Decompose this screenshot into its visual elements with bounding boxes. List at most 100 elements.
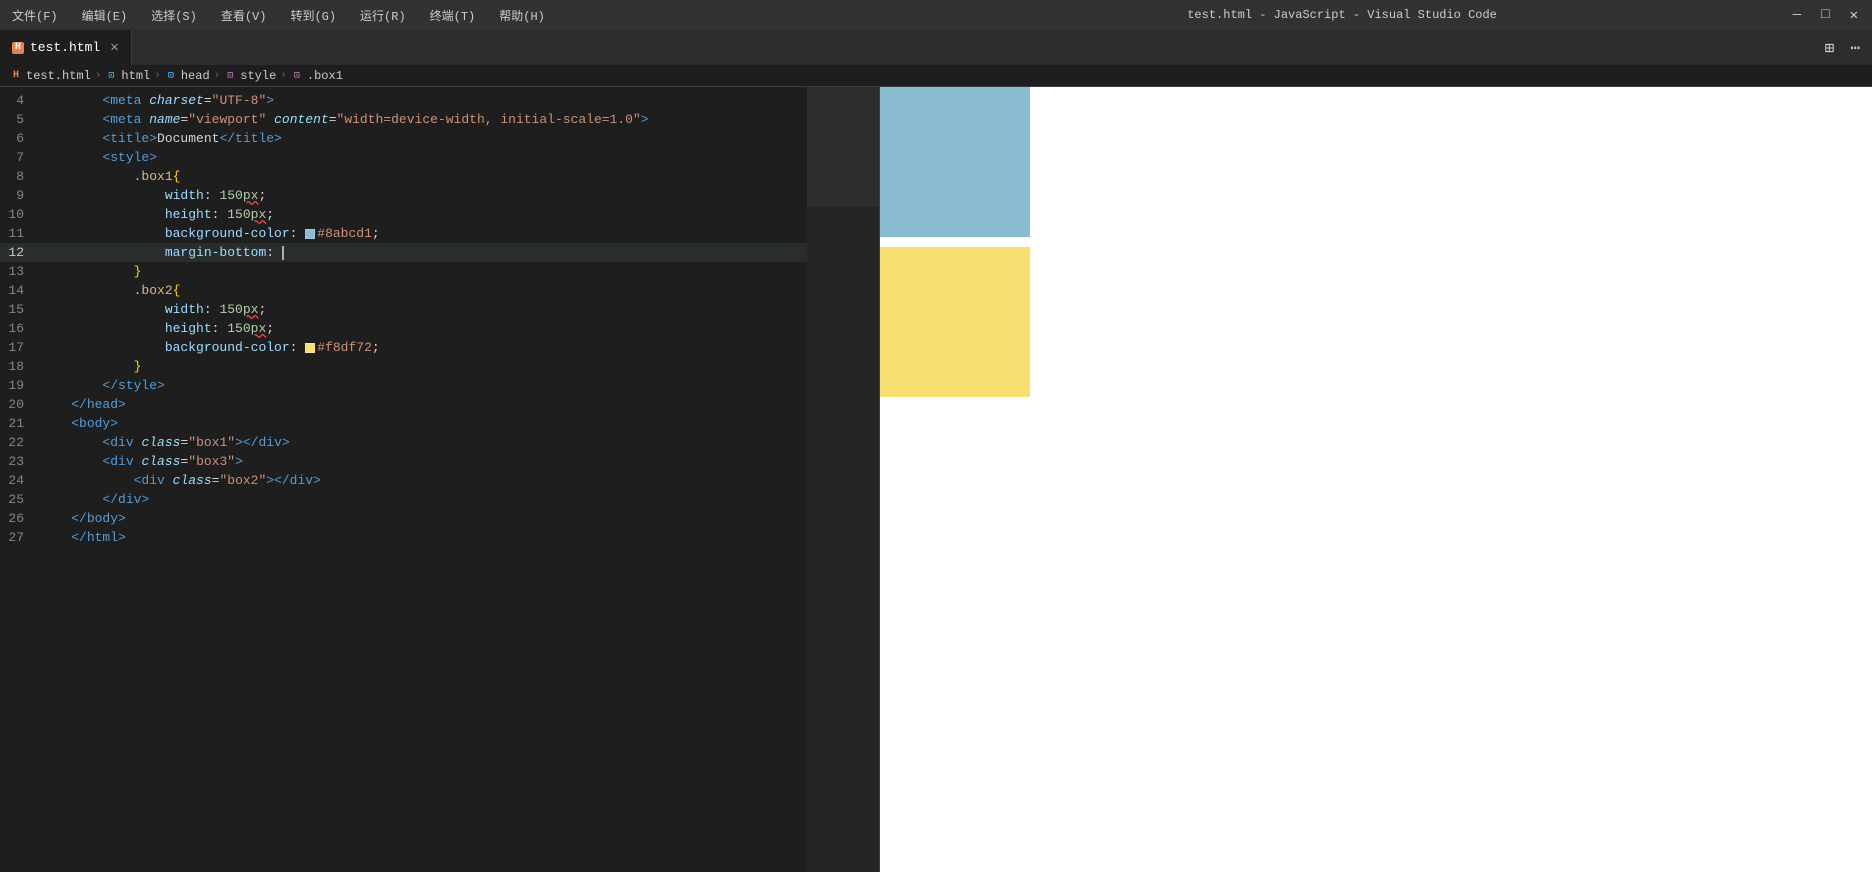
line-content: background-color: #8abcd1; bbox=[40, 224, 879, 243]
code-line[interactable]: 17 background-color: #f8df72; bbox=[0, 338, 879, 357]
line-number: 22 bbox=[0, 433, 40, 452]
line-number: 17 bbox=[0, 338, 40, 357]
more-actions-icon[interactable]: ⋯ bbox=[1846, 36, 1864, 60]
line-content: </style> bbox=[40, 376, 879, 395]
code-line[interactable]: 15 width: 150px; bbox=[0, 300, 879, 319]
line-number: 16 bbox=[0, 319, 40, 338]
line-number: 14 bbox=[0, 281, 40, 300]
line-number: 5 bbox=[0, 110, 40, 129]
code-line[interactable]: 13 } bbox=[0, 262, 879, 281]
window-control-button[interactable]: — bbox=[1787, 7, 1807, 24]
window-control-button[interactable]: □ bbox=[1815, 7, 1835, 24]
menu-bar[interactable]: 文件(F) 编辑(E) 选择(S) 查看(V) 转到(G) 运行(R) 终端(T) 帮助(H) bbox=[8, 5, 897, 26]
code-line[interactable]: 11 background-color: #8abcd1; bbox=[0, 224, 879, 243]
line-content: height: 150px; bbox=[40, 205, 879, 224]
line-content: height: 150px; bbox=[40, 319, 879, 338]
tab-test-html[interactable]: H test.html ✕ bbox=[0, 30, 132, 65]
breadcrumb-file-label: test.html bbox=[26, 69, 91, 83]
code-line[interactable]: 21 <body> bbox=[0, 414, 879, 433]
minimap-viewport bbox=[807, 87, 879, 207]
code-line[interactable]: 23 <div class="box3"> bbox=[0, 452, 879, 471]
menu-item[interactable]: 终端(T) bbox=[426, 5, 480, 26]
title-bar: 文件(F) 编辑(E) 选择(S) 查看(V) 转到(G) 运行(R) 终端(T) 帮助(H)… bbox=[0, 0, 1872, 30]
tab-close-button[interactable]: ✕ bbox=[110, 39, 118, 56]
line-content: width: 150px; bbox=[40, 300, 879, 319]
code-line[interactable]: 8 .box1{ bbox=[0, 167, 879, 186]
color-swatch bbox=[305, 229, 315, 239]
line-number: 23 bbox=[0, 452, 40, 471]
line-number: 9 bbox=[0, 186, 40, 205]
line-number: 19 bbox=[0, 376, 40, 395]
breadcrumb-html[interactable]: ⊡ html bbox=[105, 69, 150, 83]
breadcrumb-style[interactable]: ⊡ style bbox=[224, 69, 276, 83]
menu-item[interactable]: 运行(R) bbox=[356, 5, 410, 26]
code-line[interactable]: 16 height: 150px; bbox=[0, 319, 879, 338]
code-line[interactable]: 5 <meta name="viewport" content="width=d… bbox=[0, 110, 879, 129]
window-control-button[interactable]: ✕ bbox=[1844, 7, 1864, 24]
code-lines: 4 <meta charset="UTF-8">5 <meta name="vi… bbox=[0, 87, 879, 547]
menu-item[interactable]: 选择(S) bbox=[147, 5, 201, 26]
code-editor[interactable]: 4 <meta charset="UTF-8">5 <meta name="vi… bbox=[0, 87, 880, 872]
code-line[interactable]: 7 <style> bbox=[0, 148, 879, 167]
code-line[interactable]: 24 <div class="box2"></div> bbox=[0, 471, 879, 490]
breadcrumb-box1[interactable]: ⊡ .box1 bbox=[291, 69, 343, 83]
menu-item[interactable]: 查看(V) bbox=[217, 5, 271, 26]
line-number: 27 bbox=[0, 528, 40, 547]
preview-pane bbox=[880, 87, 1872, 872]
code-line[interactable]: 26 </body> bbox=[0, 509, 879, 528]
line-content: margin-bottom: bbox=[40, 243, 879, 262]
line-content: </head> bbox=[40, 395, 879, 414]
code-line[interactable]: 14 .box2{ bbox=[0, 281, 879, 300]
menu-item[interactable]: 转到(G) bbox=[286, 5, 340, 26]
line-number: 11 bbox=[0, 224, 40, 243]
code-line[interactable]: 10 height: 150px; bbox=[0, 205, 879, 224]
line-number: 6 bbox=[0, 129, 40, 148]
line-content: <div class="box2"></div> bbox=[40, 471, 879, 490]
code-line[interactable]: 9 width: 150px; bbox=[0, 186, 879, 205]
window-controls[interactable]: — □ ✕ bbox=[1787, 7, 1864, 24]
line-content: <title>Document</title> bbox=[40, 129, 879, 148]
line-number: 13 bbox=[0, 262, 40, 281]
html-icon: H bbox=[10, 70, 22, 82]
code-line[interactable]: 19 </style> bbox=[0, 376, 879, 395]
line-content: } bbox=[40, 357, 879, 376]
code-line[interactable]: 27 </html> bbox=[0, 528, 879, 547]
line-content: <div class="box3"> bbox=[40, 452, 879, 471]
main-area: 4 <meta charset="UTF-8">5 <meta name="vi… bbox=[0, 87, 1872, 872]
code-line[interactable]: 22 <div class="box1"></div> bbox=[0, 433, 879, 452]
line-number: 21 bbox=[0, 414, 40, 433]
line-number: 7 bbox=[0, 148, 40, 167]
menu-item[interactable]: 文件(F) bbox=[8, 5, 62, 26]
split-editor-icon[interactable]: ⊞ bbox=[1821, 36, 1839, 60]
breadcrumb-separator-1: › bbox=[95, 70, 102, 82]
preview-box2 bbox=[880, 247, 1030, 397]
line-number: 20 bbox=[0, 395, 40, 414]
code-line[interactable]: 6 <title>Document</title> bbox=[0, 129, 879, 148]
html-tag-icon: ⊡ bbox=[105, 70, 117, 82]
line-number: 12 bbox=[0, 243, 40, 262]
breadcrumb-head[interactable]: ⊡ head bbox=[165, 69, 210, 83]
breadcrumb-box1-label: .box1 bbox=[307, 69, 343, 83]
line-content: <body> bbox=[40, 414, 879, 433]
breadcrumb-head-label: head bbox=[181, 69, 210, 83]
line-content: <div class="box1"></div> bbox=[40, 433, 879, 452]
menu-item[interactable]: 帮助(H) bbox=[495, 5, 549, 26]
code-line[interactable]: 4 <meta charset="UTF-8"> bbox=[0, 91, 879, 110]
tab-label: test.html bbox=[30, 40, 100, 55]
line-number: 26 bbox=[0, 509, 40, 528]
code-line[interactable]: 25 </div> bbox=[0, 490, 879, 509]
code-line[interactable]: 12 margin-bottom: bbox=[0, 243, 879, 262]
line-number: 4 bbox=[0, 91, 40, 110]
line-content: } bbox=[40, 262, 879, 281]
color-swatch bbox=[305, 343, 315, 353]
code-line[interactable]: 20 </head> bbox=[0, 395, 879, 414]
code-line[interactable]: 18 } bbox=[0, 357, 879, 376]
line-content: </html> bbox=[40, 528, 879, 547]
style-icon: ⊡ bbox=[224, 70, 236, 82]
breadcrumb-style-label: style bbox=[240, 69, 276, 83]
line-content: .box2{ bbox=[40, 281, 879, 300]
menu-item[interactable]: 编辑(E) bbox=[78, 5, 132, 26]
head-tag-icon: ⊡ bbox=[165, 70, 177, 82]
breadcrumb-file[interactable]: H test.html bbox=[10, 69, 91, 83]
line-number: 24 bbox=[0, 471, 40, 490]
